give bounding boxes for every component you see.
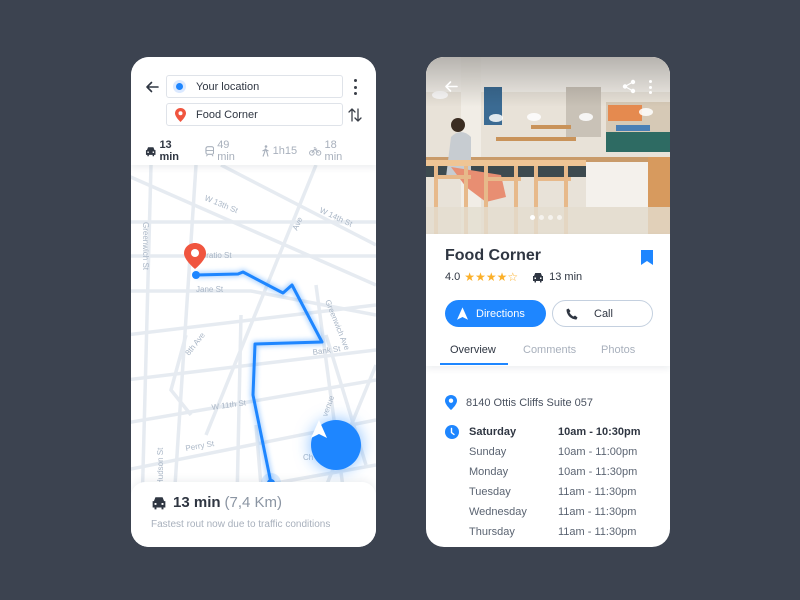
navigation-arrow-icon bbox=[457, 307, 468, 320]
carousel-dot[interactable] bbox=[530, 215, 535, 220]
origin-value: Your location bbox=[196, 80, 260, 93]
hours-time: 11am - 11:30pm bbox=[558, 506, 637, 518]
hours-time: 10am - 10:30pm bbox=[558, 426, 641, 438]
bookmark-icon[interactable] bbox=[641, 250, 653, 265]
directions-button[interactable]: Directions bbox=[445, 300, 546, 327]
detail-tabs: Overview Comments Photos bbox=[426, 337, 670, 366]
route-summary-card[interactable]: 13 min (7,4 Km) Fastest rout now due to … bbox=[131, 482, 376, 547]
mode-label: 49 min bbox=[217, 139, 235, 163]
map-pin-icon bbox=[175, 108, 186, 122]
mode-label: 13 min bbox=[159, 139, 179, 163]
drive-time: 13 min bbox=[532, 271, 582, 283]
route-start-dot bbox=[192, 271, 200, 279]
mode-bike[interactable]: 18 min bbox=[309, 139, 356, 163]
mode-transit[interactable]: 49 min bbox=[205, 139, 249, 163]
car-icon bbox=[533, 272, 544, 282]
train-icon bbox=[205, 145, 214, 157]
back-arrow-icon[interactable] bbox=[444, 80, 458, 93]
map-screen: Your location Food Corner 13 min 49 min … bbox=[131, 57, 376, 547]
route-note: Fastest rout now due to traffic conditio… bbox=[151, 519, 331, 530]
hours-day: Sunday bbox=[469, 446, 507, 458]
carousel-dot[interactable] bbox=[548, 215, 553, 220]
tab-comments[interactable]: Comments bbox=[523, 344, 576, 356]
carousel-dot[interactable] bbox=[539, 215, 544, 220]
phone-icon bbox=[566, 308, 578, 319]
hours-day: Monday bbox=[469, 466, 509, 478]
place-name: Food Corner bbox=[445, 247, 541, 264]
route-header: Your location Food Corner 13 min 49 min … bbox=[131, 57, 376, 165]
place-info-panel: Food Corner 4.0 ★ ★ ★ ★ ☆ 13 min Directions … bbox=[426, 234, 670, 366]
hours-time: 10am - 11:30pm bbox=[558, 466, 638, 478]
route-time: 13 min bbox=[173, 494, 221, 511]
location-pin-icon bbox=[445, 395, 457, 410]
place-photo[interactable] bbox=[426, 57, 670, 234]
hours-day: Thursday bbox=[469, 526, 515, 538]
rating-value: 4.0 bbox=[445, 271, 461, 283]
rating-row: 4.0 ★ ★ ★ ★ ☆ 13 min bbox=[445, 271, 582, 283]
star-filled-icon: ★ bbox=[496, 270, 508, 284]
star-empty-icon: ☆ bbox=[507, 270, 519, 284]
call-label: Call bbox=[594, 307, 613, 320]
drive-time-value: 13 min bbox=[549, 271, 583, 283]
street-label: Greenwich St bbox=[141, 222, 150, 271]
hours-time: 10am - 11:00pm bbox=[558, 446, 638, 458]
navigate-button[interactable] bbox=[311, 420, 361, 470]
street-label: W 11th St bbox=[211, 398, 247, 412]
photo-carousel-dots bbox=[530, 215, 566, 220]
star-filled-icon: ★ bbox=[485, 270, 497, 284]
directions-label: Directions bbox=[476, 307, 525, 320]
hours-day: Tuesday bbox=[469, 486, 511, 498]
destination-pin-icon[interactable] bbox=[184, 243, 206, 269]
active-tab-indicator bbox=[440, 363, 508, 365]
share-icon[interactable] bbox=[622, 79, 636, 94]
hours-time: 11am - 11:30pm bbox=[558, 486, 637, 498]
street-label: Jane St bbox=[196, 285, 224, 294]
mode-car[interactable]: 13 min bbox=[145, 139, 193, 163]
hours-time: 11am - 11:30pm bbox=[558, 526, 637, 538]
street-label: Hudson St bbox=[156, 447, 165, 485]
mode-walk[interactable]: 1h15 bbox=[261, 145, 297, 157]
back-arrow-icon[interactable] bbox=[144, 79, 160, 95]
address-text: 8140 Ottis Cliffs Suite 057 bbox=[466, 396, 593, 409]
tab-photos[interactable]: Photos bbox=[601, 344, 635, 356]
mode-label: 18 min bbox=[324, 139, 343, 163]
car-icon bbox=[152, 496, 166, 509]
tab-overview[interactable]: Overview bbox=[450, 344, 496, 356]
carousel-dot[interactable] bbox=[557, 215, 562, 220]
more-options-icon[interactable] bbox=[353, 79, 357, 95]
star-filled-icon: ★ bbox=[475, 270, 486, 284]
navigation-arrow-icon bbox=[311, 420, 327, 438]
bike-icon bbox=[309, 147, 322, 156]
street-label: Perry St bbox=[185, 439, 216, 453]
current-location-dot-icon bbox=[173, 80, 186, 93]
route-distance: (7,4 Km) bbox=[224, 494, 283, 511]
street-label: Ch bbox=[303, 453, 313, 462]
car-icon bbox=[145, 146, 156, 156]
origin-input[interactable]: Your location bbox=[166, 75, 343, 98]
star-filled-icon: ★ bbox=[464, 270, 476, 284]
street-label: 8th Ave bbox=[183, 330, 207, 357]
destination-value: Food Corner bbox=[196, 108, 258, 121]
travel-modes: 13 min 49 min 1h15 18 min bbox=[145, 139, 368, 163]
mode-label: 1h15 bbox=[272, 145, 298, 157]
swap-icon[interactable] bbox=[347, 106, 363, 124]
walk-icon bbox=[261, 145, 269, 157]
hours-day: Saturday bbox=[469, 426, 517, 438]
star-rating: ★ ★ ★ ★ ☆ bbox=[464, 271, 518, 283]
destination-input[interactable]: Food Corner bbox=[166, 103, 343, 126]
place-detail-screen: Food Corner 4.0 ★ ★ ★ ★ ☆ 13 min Directions … bbox=[426, 57, 670, 547]
more-options-icon[interactable] bbox=[648, 80, 652, 94]
clock-icon bbox=[445, 425, 459, 439]
address-row[interactable]: 8140 Ottis Cliffs Suite 057 bbox=[445, 395, 593, 410]
hours-day: Wednesday bbox=[469, 506, 527, 518]
call-button[interactable]: Call bbox=[552, 300, 653, 327]
